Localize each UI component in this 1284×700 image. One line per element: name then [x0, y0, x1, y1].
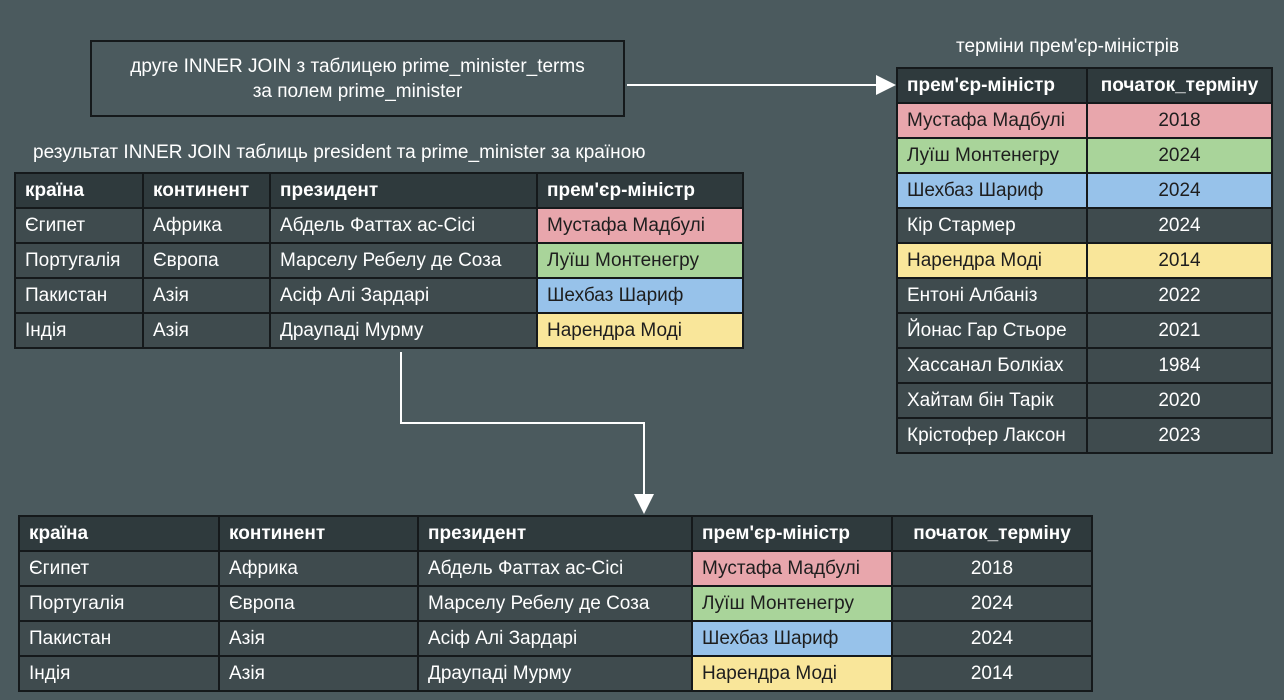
arrow-to-result-table-head — [634, 494, 654, 514]
arrow-to-result-table-line — [400, 352, 645, 494]
arrow-to-terms-table-head — [876, 75, 896, 95]
arrows-layer — [400, 75, 896, 514]
